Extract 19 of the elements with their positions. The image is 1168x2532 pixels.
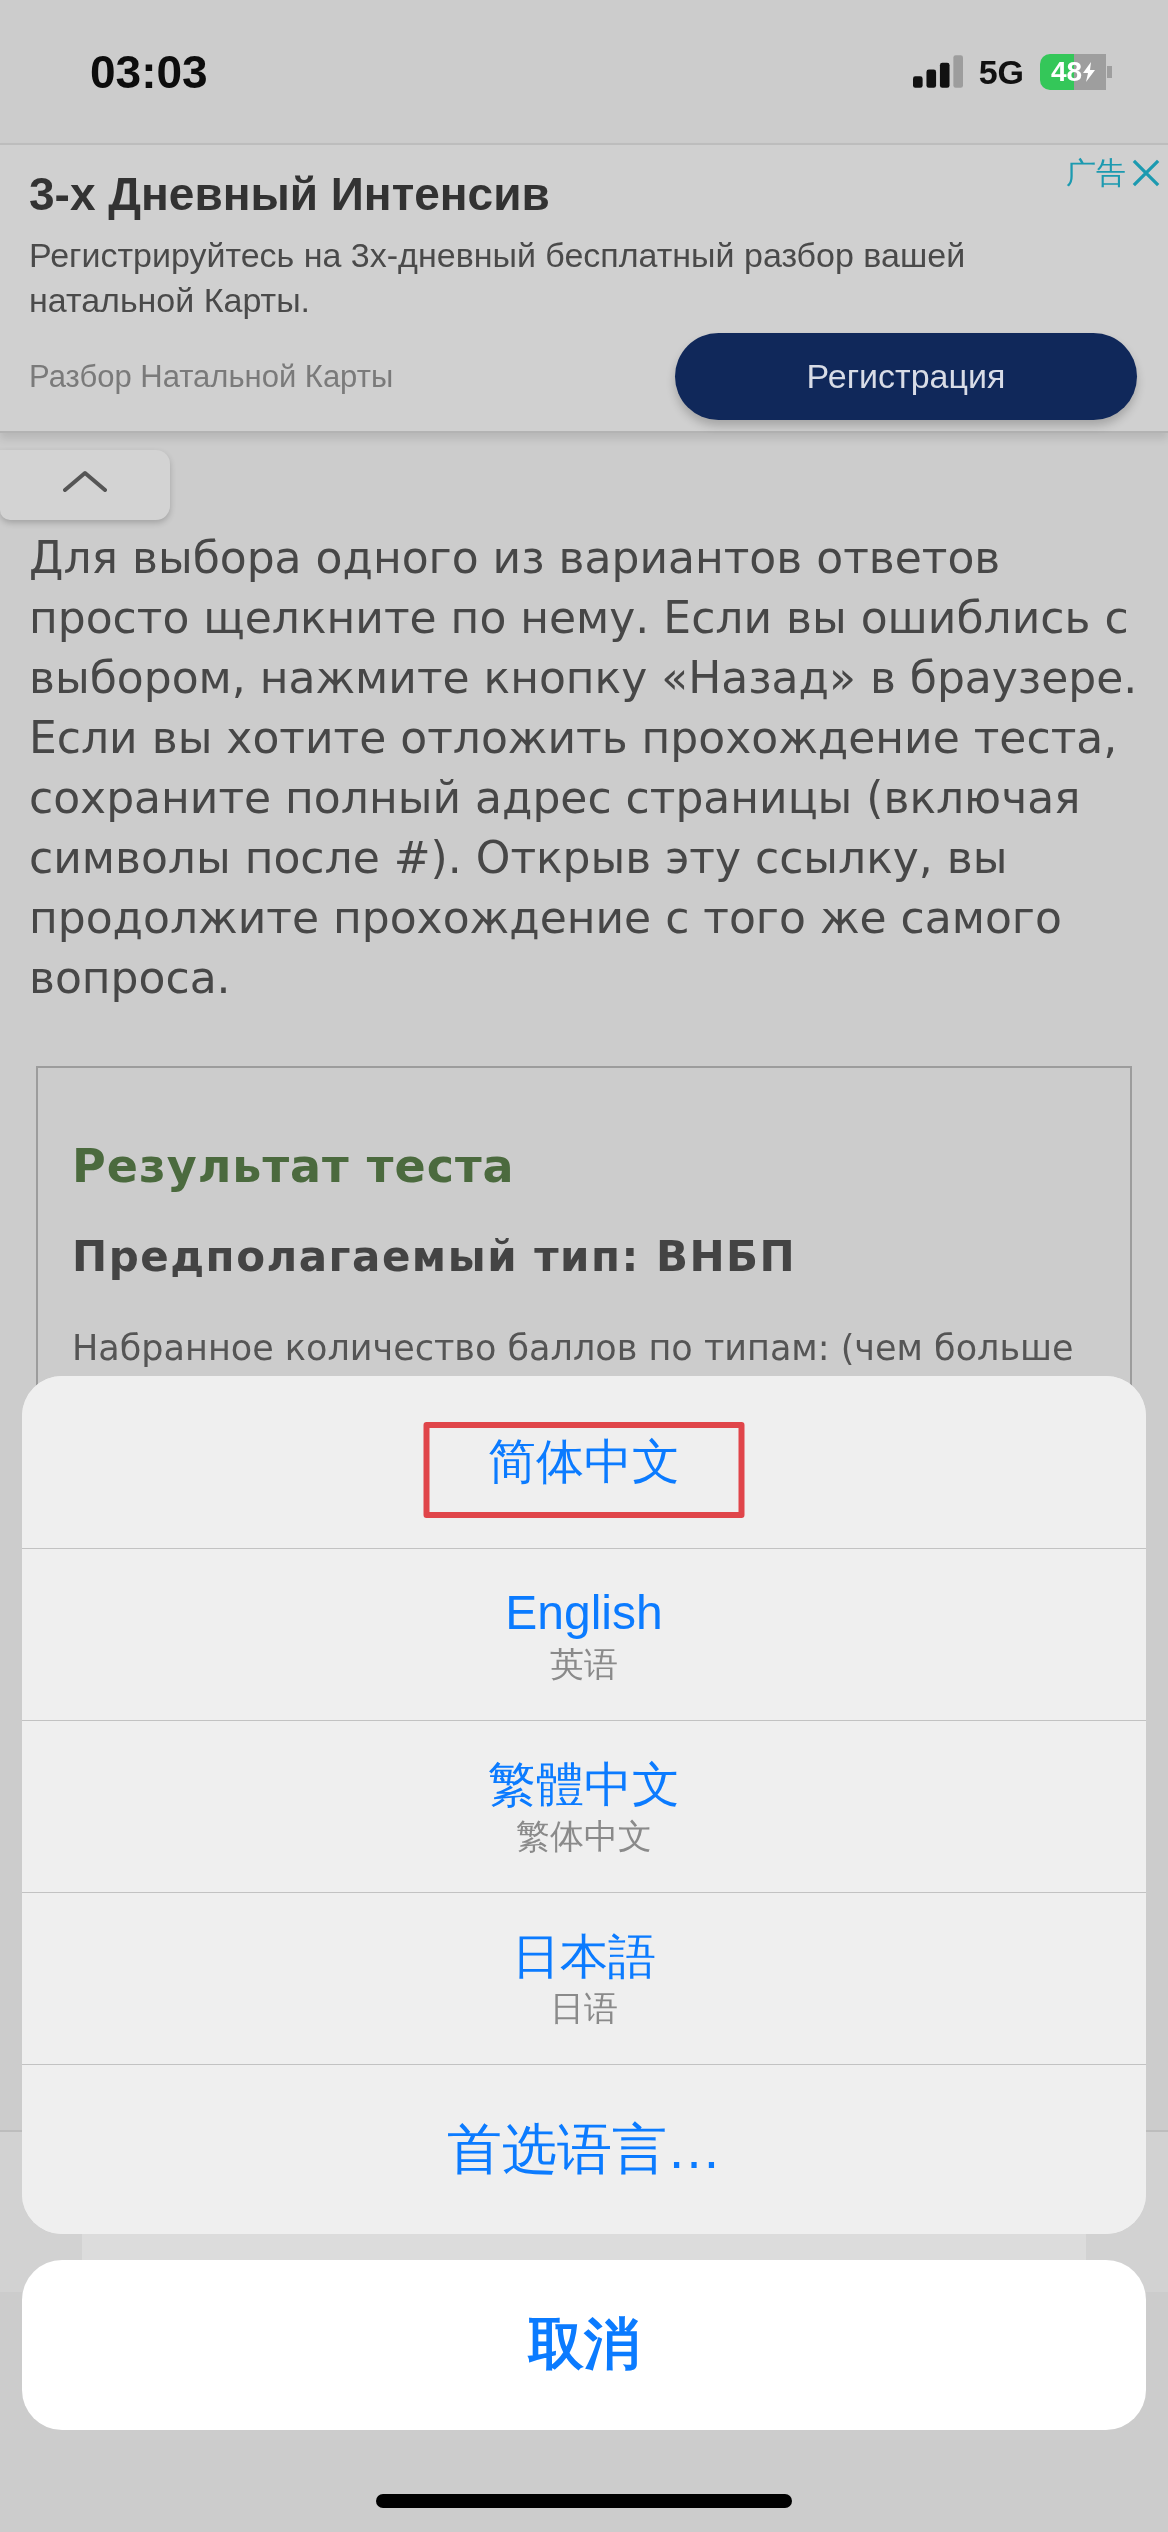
charging-bolt-icon [1083,61,1096,82]
chevron-up-icon [63,470,107,492]
instructions-paragraph: Для выбора одного из вариантов ответов просто щелкните по нему. Если вы ошиблись с выбором, нажмите кнопку «Назад» в браузере. Если вы хотите отложить прохождение теста, сохраните полный адрес страницы (включая символы после #). Открыв эту ссылку, вы продолжите прохождение с того же самого вопроса. [28,531,1139,1005]
preferred-languages-option[interactable]: 首选语言… [22,2064,1146,2234]
scores-text: Набранное количество баллов по типам: (чем больше [72,1330,1074,1366]
battery-percentage: 48 [1050,57,1083,86]
network-type: 5G [978,54,1024,89]
signal-icon [912,55,963,88]
result-title: Результат теста [72,1138,515,1194]
ad-label: 广告 [1066,155,1126,191]
close-icon[interactable] [1132,159,1160,187]
collapse-button[interactable] [0,450,170,520]
status-time: 03:03 [90,48,208,95]
cancel-button[interactable]: 取消 [22,2260,1146,2430]
register-button[interactable]: Регистрация [675,333,1137,420]
ad-description: Регистрируйтесь на 3х-дневный бесплатный разбор вашей натальной Карты. [29,235,967,321]
result-type: Предполагаемый тип: ВНБП [72,1232,797,1282]
ad-title: 3-х Дневный Интенсив [29,167,550,221]
advertiser-name: Разбор Натальной Карты [29,358,394,395]
